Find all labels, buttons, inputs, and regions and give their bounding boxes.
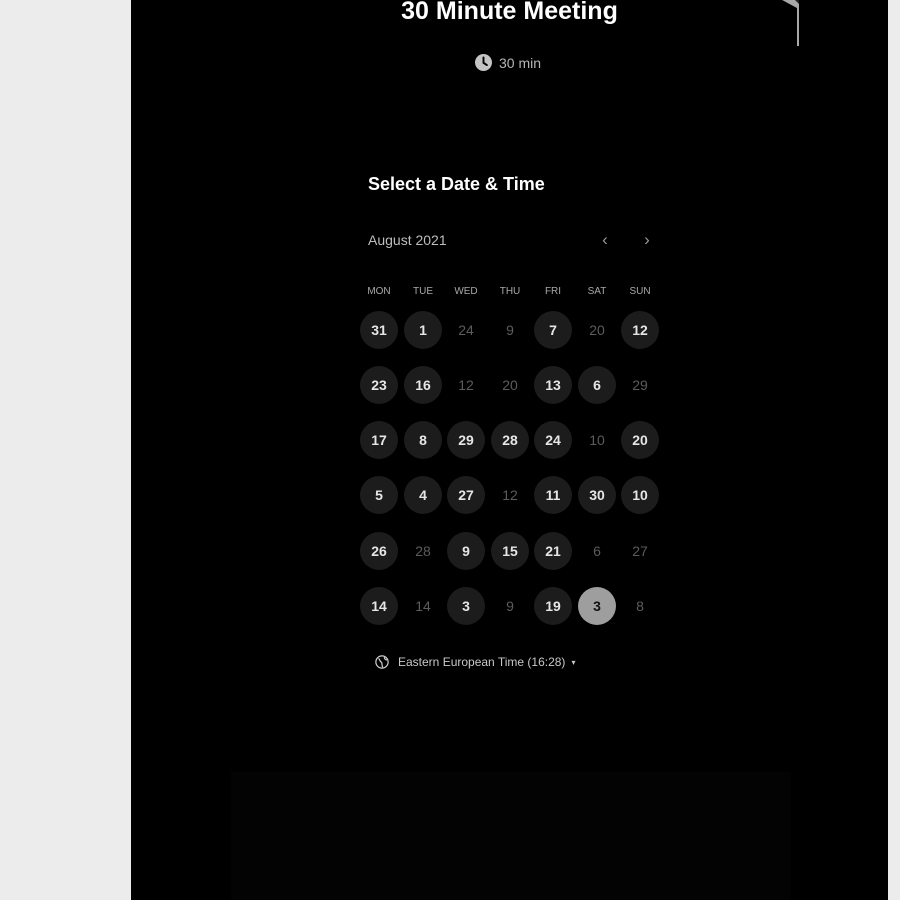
calendar-day: 8: [636, 598, 644, 614]
calendar-day[interactable]: 20: [621, 421, 659, 459]
calendar-day: 29: [632, 377, 648, 393]
event-title: 30 Minute Meeting: [401, 0, 618, 25]
weekday-wed: WED: [454, 286, 478, 297]
calendar-day[interactable]: 8: [404, 421, 442, 459]
clock-icon: [475, 54, 492, 71]
calendar-day[interactable]: 27: [447, 476, 485, 514]
weekday-fri: FRI: [544, 286, 562, 297]
calendar-day[interactable]: 3: [447, 587, 485, 625]
weekday-sun: SUN: [629, 286, 651, 297]
caret-down-icon: ▾: [571, 657, 576, 667]
timezone-selector[interactable]: Eastern European Time (16:28) ▾: [375, 655, 575, 669]
weekday-thu: THU: [499, 286, 521, 297]
calendar-day: 9: [506, 598, 514, 614]
calendar-day: 20: [502, 377, 518, 393]
calendar-day: 12: [502, 487, 518, 503]
calendar-day: 14: [415, 598, 431, 614]
weekday-mon: MON: [367, 286, 391, 297]
calendar-day-selected[interactable]: 3: [578, 587, 616, 625]
weekday-tue: TUE: [413, 286, 433, 297]
calendar-day[interactable]: 21: [534, 532, 572, 570]
chevron-right-icon: ›: [644, 230, 650, 249]
calendar-day[interactable]: 11: [534, 476, 572, 514]
calendar-day: 28: [415, 543, 431, 559]
bottom-band: [231, 772, 791, 900]
calendar-day: 12: [458, 377, 474, 393]
event-duration: 30 min: [475, 54, 541, 71]
chevron-left-icon: ‹: [602, 230, 608, 249]
timezone-label: Eastern European Time (16:28): [398, 655, 566, 669]
section-title: Select a Date & Time: [368, 174, 545, 194]
calendar-day[interactable]: 16: [404, 366, 442, 404]
calendar-day[interactable]: 7: [534, 311, 572, 349]
calendar-day[interactable]: 14: [360, 587, 398, 625]
calendar-day: 6: [593, 543, 601, 559]
calendar-day[interactable]: 1: [404, 311, 442, 349]
calendar-day[interactable]: 29: [447, 421, 485, 459]
globe-icon: [375, 655, 389, 669]
calendar-day[interactable]: 10: [621, 476, 659, 514]
calendar-day[interactable]: 26: [360, 532, 398, 570]
weekday-sat: SAT: [587, 286, 607, 297]
calendar-day[interactable]: 17: [360, 421, 398, 459]
month-label: August 2021: [368, 232, 447, 248]
calendar-day[interactable]: 9: [447, 532, 485, 570]
calendar-day: 20: [589, 322, 605, 338]
calendar-day[interactable]: 5: [360, 476, 398, 514]
booking-panel: 30 Minute Meeting 30 min Select a Date &…: [131, 0, 888, 900]
calendar-day: 24: [458, 322, 474, 338]
duration-label: 30 min: [499, 54, 542, 71]
calendar-day[interactable]: 28: [491, 421, 529, 459]
calendar-day: 27: [632, 543, 648, 559]
calendar-day[interactable]: 19: [534, 587, 572, 625]
next-month-button[interactable]: ›: [637, 230, 657, 250]
calendar-day: 9: [506, 322, 514, 338]
calendar-day[interactable]: 15: [491, 532, 529, 570]
calendar-day[interactable]: 13: [534, 366, 572, 404]
calendar-day[interactable]: 24: [534, 421, 572, 459]
prev-month-button[interactable]: ‹: [595, 230, 615, 250]
calendar-day[interactable]: 30: [578, 476, 616, 514]
calendar-day[interactable]: 6: [578, 366, 616, 404]
calendar-day: 10: [589, 432, 605, 448]
calendar-day[interactable]: 12: [621, 311, 659, 349]
calendar-day[interactable]: 31: [360, 311, 398, 349]
calendar-day[interactable]: 23: [360, 366, 398, 404]
calendar-day[interactable]: 4: [404, 476, 442, 514]
